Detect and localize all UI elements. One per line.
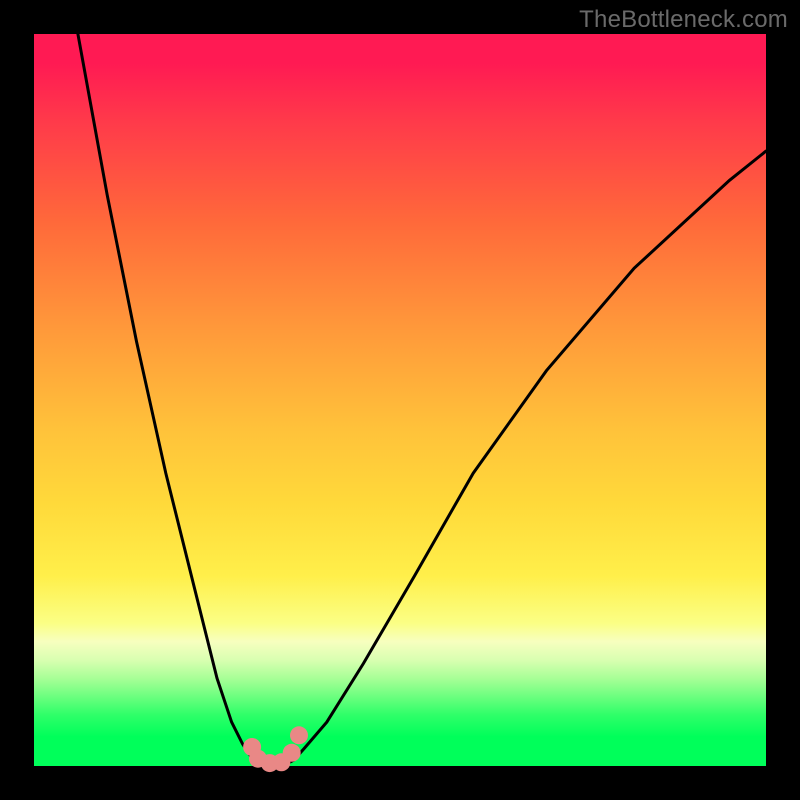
- bottleneck-curve: [34, 34, 766, 766]
- curve-path: [78, 34, 766, 765]
- outer-frame: TheBottleneck.com: [0, 0, 800, 800]
- data-marker: [283, 744, 301, 762]
- watermark-text: TheBottleneck.com: [579, 6, 788, 34]
- data-marker: [290, 726, 308, 744]
- plot-area: [34, 34, 766, 766]
